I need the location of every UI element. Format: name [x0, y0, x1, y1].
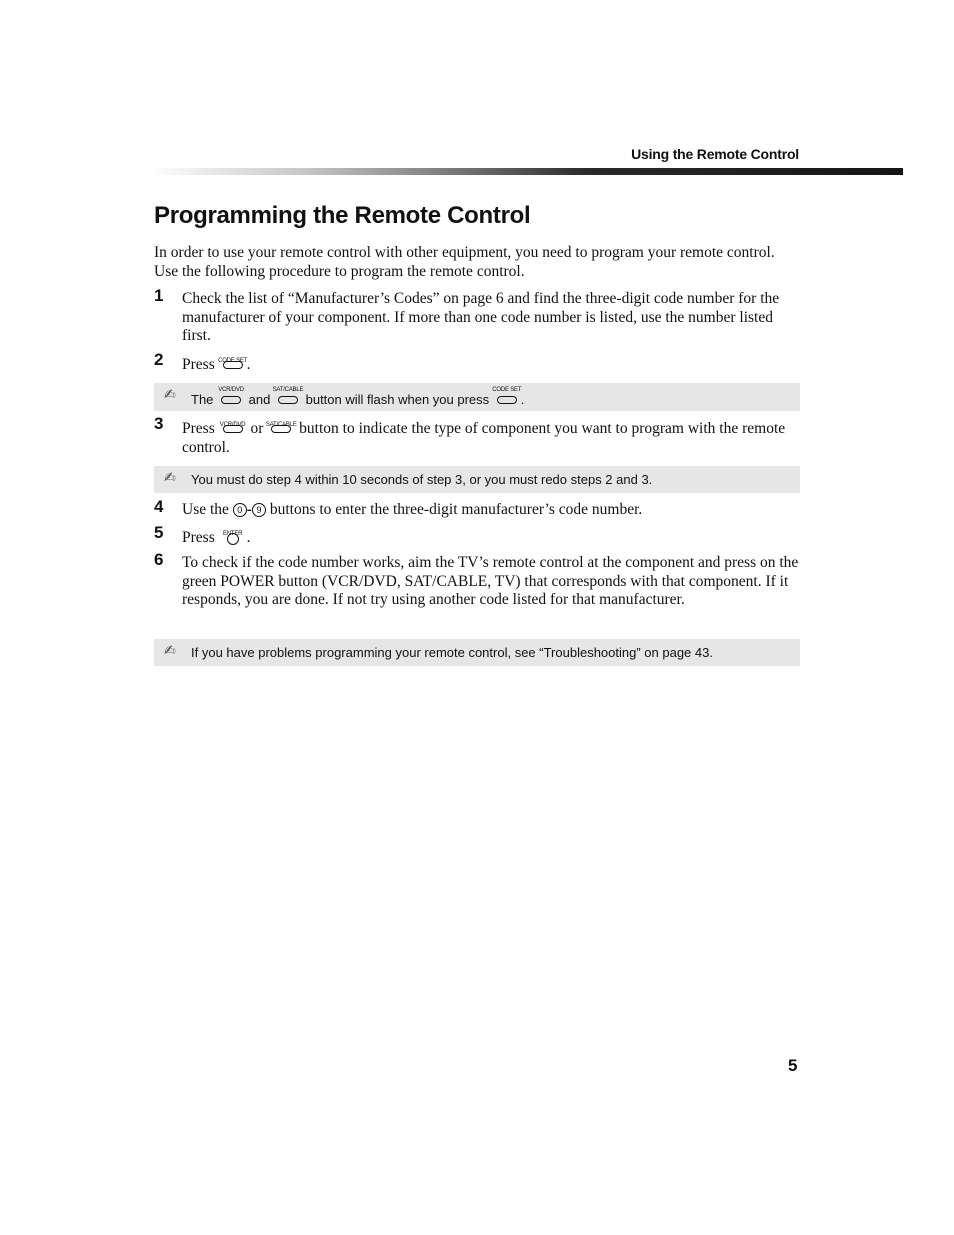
note-box: ✍ The VCR/DVD and SAT/CABLE button will …: [154, 383, 800, 411]
note-pencil-icon: ✍: [164, 469, 176, 485]
running-head: Using the Remote Control: [631, 146, 799, 162]
step-3: 3 Press VCR/DVD or SAT/CABLE button to i…: [154, 414, 786, 456]
step-6: 6 To check if the code number works, aim…: [154, 550, 802, 610]
enter-button-icon: ENTER: [221, 527, 245, 545]
step-text: Press: [182, 356, 215, 373]
step-4: 4 Use the 0-9 buttons to enter the three…: [154, 497, 643, 518]
note-box: ✍ If you have problems programming your …: [154, 639, 800, 666]
intro-paragraph: In order to use your remote control with…: [154, 244, 775, 280]
step-5: 5 Press ENTER.: [154, 523, 251, 546]
step-number: 1: [154, 286, 164, 305]
header-rule: [150, 168, 903, 175]
note-pencil-icon: ✍: [164, 386, 176, 402]
step-number: 3: [154, 414, 164, 433]
page-title: Programming the Remote Control: [154, 202, 531, 229]
code-set-button-icon: CODE SET: [218, 354, 247, 372]
step-1: 1 Check the list of “Manufacturer’s Code…: [154, 286, 802, 346]
step-text: To check if the code number works, aim t…: [182, 554, 799, 608]
digit-0-button-icon: 0: [232, 503, 247, 517]
code-set-button-icon: CODE SET: [492, 387, 522, 407]
sat-cable-button-icon: SAT/CABLE: [266, 418, 297, 436]
note-box: ✍ You must do step 4 within 10 seconds o…: [154, 466, 800, 493]
step-2: 2 Press CODE SET.: [154, 350, 251, 373]
digit-9-button-icon: 9: [251, 503, 266, 517]
step-text: Check the list of “Manufacturer’s Codes”…: [182, 290, 780, 344]
step-number: 5: [154, 523, 164, 542]
vcr-dvd-button-icon: VCR/DVD: [218, 387, 244, 407]
page-number: 5: [788, 1056, 798, 1075]
step-number: 6: [154, 550, 164, 569]
vcr-dvd-button-icon: VCR/DVD: [220, 418, 246, 436]
step-number: 4: [154, 497, 164, 516]
note-pencil-icon: ✍: [164, 642, 176, 658]
sat-cable-button-icon: SAT/CABLE: [273, 387, 304, 407]
step-number: 2: [154, 350, 164, 369]
